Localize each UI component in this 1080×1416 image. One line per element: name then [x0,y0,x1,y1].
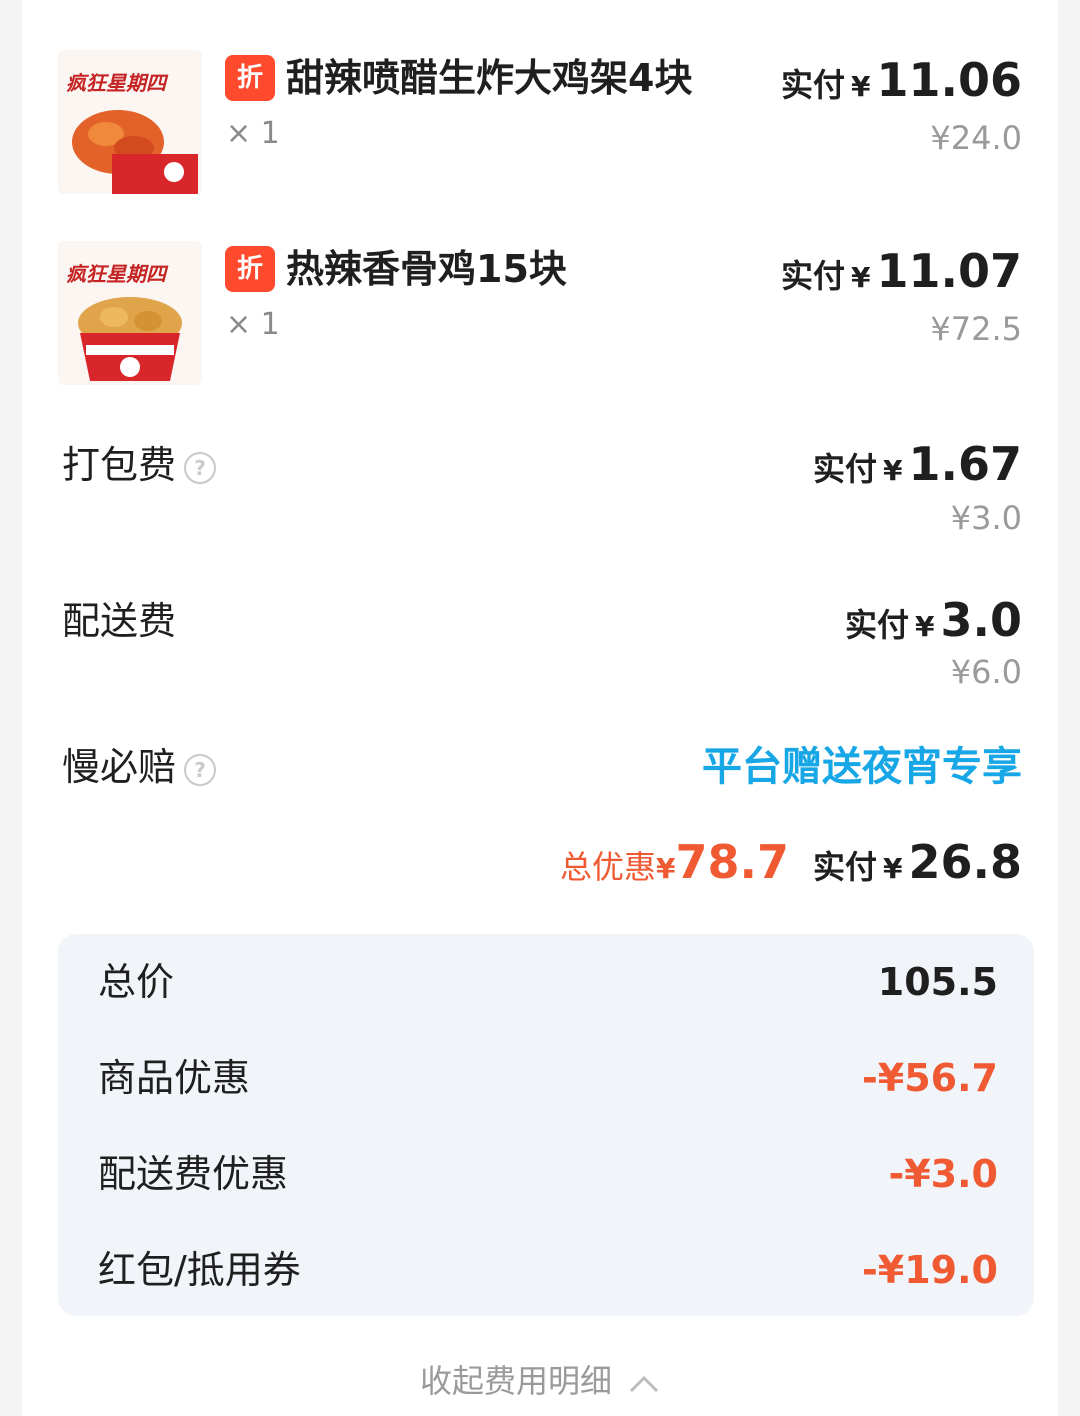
breakdown-row: 总价 105.5 [58,952,1034,1012]
discount-badge: 折 [225,246,275,292]
product-image-slogan: 疯狂星期四 [66,71,169,95]
product-image: 疯狂星期四 [58,241,202,385]
breakdown-label: 配送费优惠 [98,1152,289,1196]
breakdown-value: -¥56.7 [862,1056,998,1100]
currency-symbol: ¥ [883,454,903,487]
breakdown-row: 商品优惠 -¥56.7 [58,1048,1034,1108]
chevron-up-icon [628,1358,660,1408]
packing-fee-paid: 实付 ¥1.67 [813,434,1022,505]
product-image: 疯狂星期四 [58,50,202,194]
paid-amount: 3.0 [940,593,1023,647]
slow-compensation-promo: 平台赠送夜宵专享 [702,744,1022,790]
question-circle-icon[interactable]: ? [184,753,217,786]
total-discount-label: 总优惠 [560,848,657,886]
packing-fee-label: 打包费? [62,440,217,490]
product-name: 甜辣喷醋生炸大鸡架4块 [286,56,693,100]
packing-fee-text: 打包费 [62,443,177,487]
breakdown-label: 总价 [98,960,175,1004]
discount-badge: 折 [225,55,275,101]
paid-label: 实付 [813,450,878,488]
fee-breakdown-panel: 总价 105.5 商品优惠 -¥56.7 配送费优惠 -¥3.0 红包/抵用券 … [58,934,1034,1316]
breakdown-value: -¥19.0 [862,1248,998,1292]
order-item[interactable]: 疯狂星期四 折 热辣香骨鸡15块 × 1 实付 ¥11.07 ¥72.5 [22,241,1058,391]
item-paid-price: 实付 ¥11.07 [781,241,1022,312]
paid-amount: 11.07 [876,244,1022,298]
product-image-slogan: 疯狂星期四 [66,262,169,286]
delivery-fee-label: 配送费 [62,599,177,643]
order-item[interactable]: 疯狂星期四 折 甜辣喷醋生炸大鸡架4块 × 1 实付 ¥11.06 ¥24.0 [22,50,1058,200]
order-summary: 总优惠¥78.7 实付 ¥26.8 [560,832,1022,903]
paid-amount: 11.06 [876,53,1022,107]
product-quantity: × 1 [226,307,280,342]
currency-symbol: ¥ [851,70,871,103]
breakdown-value: -¥3.0 [888,1152,998,1196]
currency-symbol: ¥ [883,852,903,885]
slow-compensation-label: 慢必赔? [62,742,217,792]
paid-label: 实付 [813,848,878,886]
original-price: ¥72.5 [930,310,1022,348]
currency-symbol: ¥ [915,610,935,643]
breakdown-label: 红包/抵用券 [98,1248,301,1292]
order-fee-card: 疯狂星期四 折 甜辣喷醋生炸大鸡架4块 × 1 实付 ¥11.06 ¥24.0 疯… [22,0,1058,1416]
original-price: ¥24.0 [930,119,1022,157]
paid-label: 实付 [845,606,910,644]
breakdown-row: 配送费优惠 -¥3.0 [58,1144,1034,1204]
delivery-fee-paid: 实付 ¥3.0 [845,590,1022,661]
product-quantity: × 1 [226,116,280,151]
delivery-fee-original: ¥6.0 [950,653,1022,691]
total-paid-amount: 26.8 [908,835,1023,889]
paid-label: 实付 [780,257,845,295]
slow-compensation-text: 慢必赔 [62,745,177,789]
paid-label: 实付 [780,66,845,104]
paid-amount: 1.67 [908,437,1023,491]
collapse-label: 收起费用明细 [419,1362,612,1400]
packing-fee-original: ¥3.0 [950,499,1022,537]
breakdown-row: 红包/抵用券 -¥19.0 [58,1240,1034,1300]
collapse-fee-details-button[interactable]: 收起费用明细 [22,1356,1058,1408]
item-paid-price: 实付 ¥11.06 [781,50,1022,121]
breakdown-value: 105.5 [877,960,998,1004]
currency-symbol: ¥ [851,261,871,294]
question-circle-icon[interactable]: ? [184,451,217,484]
currency-symbol: ¥ [656,852,676,885]
product-name: 热辣香骨鸡15块 [286,247,567,291]
breakdown-label: 商品优惠 [98,1056,251,1100]
total-discount-amount: 78.7 [675,835,790,889]
